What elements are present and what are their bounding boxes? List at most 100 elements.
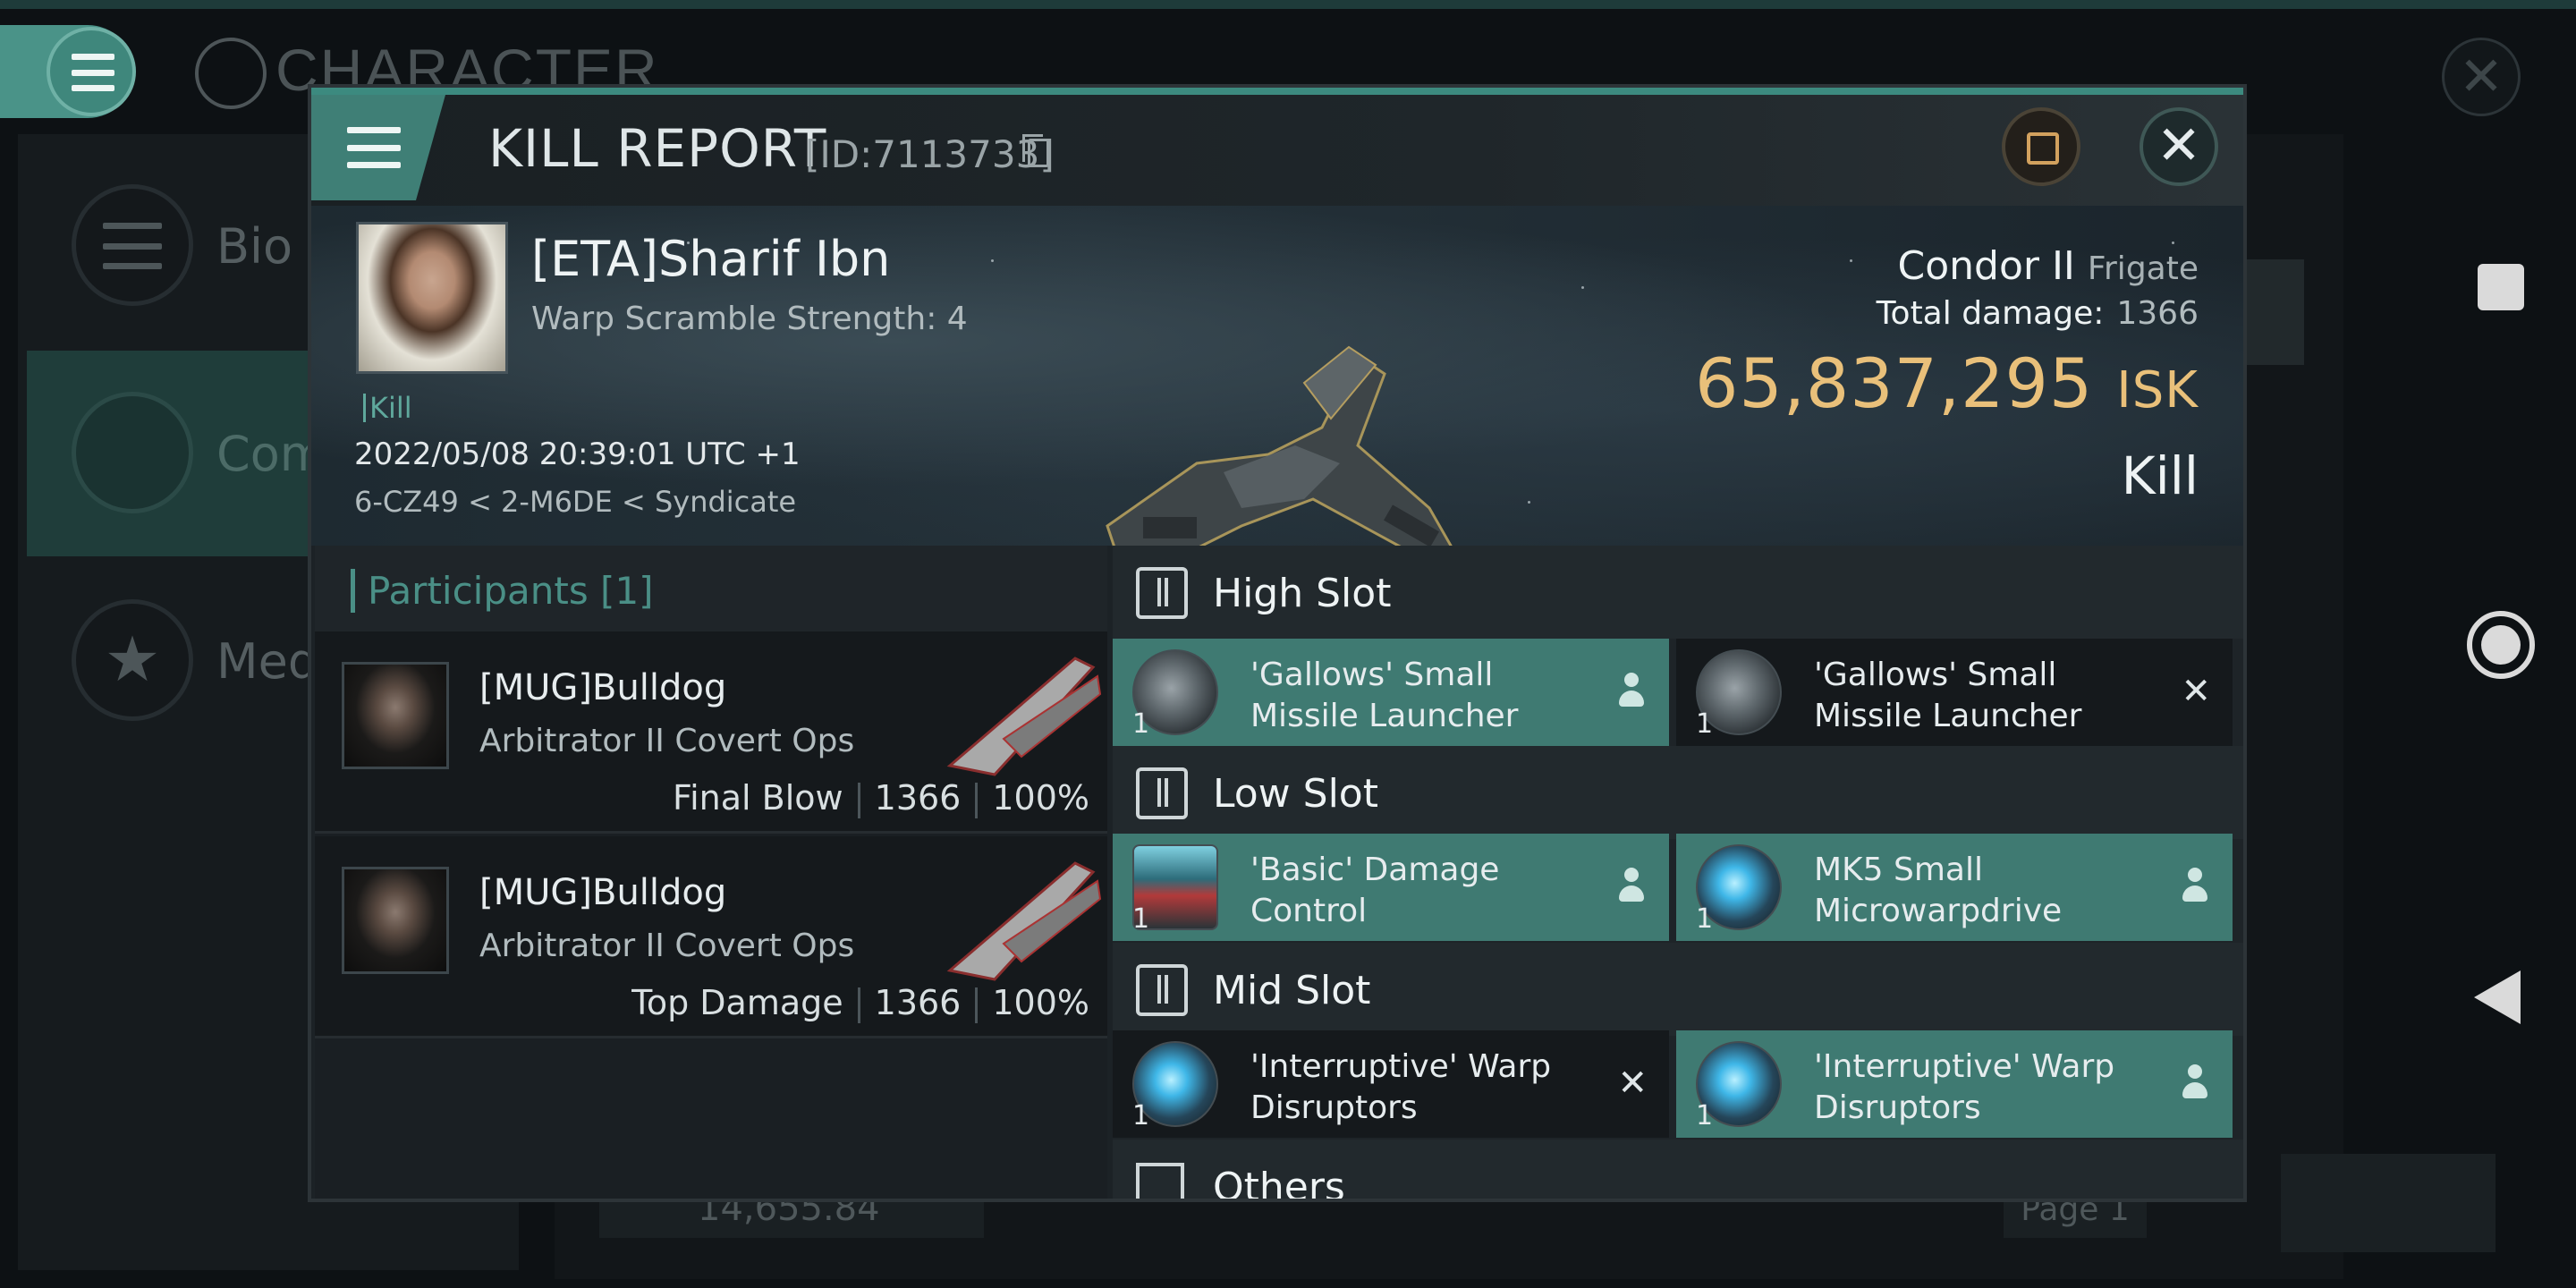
participant-row[interactable]: [MUG]Bulldog Arbitrator II Covert Ops To… <box>315 836 1107 1038</box>
participants-header: Participants [1] <box>315 546 1107 631</box>
high-slot-header: High Slot <box>1113 546 2243 639</box>
participant-ship: Arbitrator II Covert Ops <box>479 928 855 964</box>
participant-stats: Top Damage 1366 100% <box>631 983 1089 1023</box>
others-header: Others <box>1113 1140 2243 1202</box>
destroyed-icon: ✕ <box>2181 671 2211 712</box>
copy-icon[interactable] <box>1022 134 1049 167</box>
fitting-panel: High Slot 1 'Gallows' Small Missile Launc… <box>1113 546 2243 1202</box>
module-item[interactable]: 1 'Gallows' Small Missile Launcher ✕ <box>1676 639 2233 746</box>
participant-damage: 1366 <box>874 983 962 1022</box>
module-name-line: 'Gallows' Small <box>1250 657 1494 693</box>
module-qty: 1 <box>1696 1100 1714 1131</box>
mid-slot-header: Mid Slot <box>1113 943 2243 1036</box>
close-button[interactable]: ✕ <box>2140 107 2218 186</box>
participant-damage: 1366 <box>874 778 962 818</box>
main-menu-button[interactable] <box>0 25 136 118</box>
back-nav-icon[interactable] <box>2474 970 2521 1024</box>
participant-row[interactable]: [MUG]Bulldog Arbitrator II Covert Ops Fi… <box>315 631 1107 834</box>
slot-label: Mid Slot <box>1213 968 1371 1013</box>
module-name-line: 'Interruptive' Warp <box>1814 1048 2115 1085</box>
participant-name[interactable]: [MUG]Bulldog <box>479 667 726 708</box>
kill-date: 2022/05/08 20:39:01 UTC +1 <box>354 436 801 472</box>
menu-ring <box>47 27 136 116</box>
sidebar-item-label: Bio <box>216 218 293 275</box>
isk-amount: 65,837,295 <box>1695 343 2094 423</box>
participants-label: Participants [1] <box>351 569 654 613</box>
module-item[interactable]: 1 'Basic' Damage Control <box>1113 834 1669 941</box>
module-name: 'Gallows' Small Missile Launcher <box>1814 655 2154 737</box>
character-icon <box>195 38 267 109</box>
participant-avatar[interactable] <box>342 662 449 769</box>
high-slot-icon <box>1136 567 1188 619</box>
sidebar-item-label: Med <box>216 633 319 690</box>
module-qty: 1 <box>1696 903 1714 935</box>
star-badge-icon: ★ <box>72 599 193 721</box>
crossed-swords-icon <box>72 392 193 513</box>
slot-label: High Slot <box>1213 571 1392 616</box>
module-name-line: 'Basic' Damage <box>1250 852 1500 888</box>
participant-ship-image <box>946 657 1102 776</box>
background-close-button[interactable]: ✕ <box>2442 38 2521 116</box>
module-name-line: 'Gallows' Small <box>1814 657 2057 693</box>
low-slot-icon <box>1136 767 1188 819</box>
participant-ship-image <box>946 861 1102 981</box>
module-name-line: Disruptors <box>1814 1089 1981 1126</box>
victim-portrait[interactable] <box>356 222 508 374</box>
top-status-line <box>0 0 2576 9</box>
module-item[interactable]: 1 'Interruptive' Warp Disruptors <box>1676 1030 2233 1138</box>
participant-stats: Final Blow 1366 100% <box>673 778 1089 818</box>
total-damage: Total damage: 1366 <box>1877 295 2199 332</box>
home-nav-icon[interactable] <box>2467 611 2535 679</box>
module-name-line: 'Interruptive' Warp <box>1250 1048 1552 1085</box>
module-qty: 1 <box>1132 903 1150 935</box>
participant-percent: 100% <box>992 778 1089 818</box>
warp-scramble-strength: Warp Scramble Strength: 4 <box>531 301 968 337</box>
module-qty: 1 <box>1132 708 1150 740</box>
modal-accent-line <box>311 88 2243 95</box>
slot-label: Low Slot <box>1213 771 1378 817</box>
module-item[interactable]: 1 MK5 Small Microwarpdrive <box>1676 834 2233 941</box>
participant-name[interactable]: [MUG]Bulldog <box>479 872 726 913</box>
low-slot-header: Low Slot <box>1113 746 2243 839</box>
module-qty: 1 <box>1132 1100 1150 1131</box>
total-damage-label: Total damage: <box>1876 295 2105 332</box>
filter-button[interactable] <box>2281 1154 2496 1252</box>
module-name: 'Interruptive' Warp Disruptors <box>1814 1046 2154 1129</box>
participant-avatar[interactable] <box>342 867 449 974</box>
cube-icon <box>1136 1163 1184 1199</box>
module-name-line: MK5 Small <box>1814 852 1983 888</box>
isk-unit: ISK <box>2116 361 2199 419</box>
total-damage-value: 1366 <box>2116 295 2199 332</box>
ship-name-text: Condor II <box>1897 243 2075 289</box>
participant-role: Top Damage <box>631 983 843 1022</box>
module-name-line: Microwarpdrive <box>1814 893 2063 929</box>
module-item[interactable]: 1 'Interruptive' Warp Disruptors ✕ <box>1113 1030 1669 1138</box>
hamburger-icon <box>72 184 193 306</box>
dropped-person-icon <box>2181 1064 2209 1102</box>
kill-tag: Kill <box>363 394 412 422</box>
kill-id: [ID:7113733] <box>805 132 1055 176</box>
kill-report-modal: KILL REPORT [ID:7113733] ✕ [ETA]Sharif I… <box>308 84 2247 1202</box>
slot-label: Others <box>1213 1165 1345 1202</box>
ship-class: Frigate <box>2087 250 2199 287</box>
module-name-line: Disruptors <box>1250 1089 1418 1126</box>
participants-panel: Participants [1] [MUG]Bulldog Arbitrator… <box>315 546 1107 1199</box>
ship-name[interactable]: Condor II Frigate <box>1898 243 2199 289</box>
module-name-line: Missile Launcher <box>1814 698 2082 734</box>
module-name: MK5 Small Microwarpdrive <box>1814 850 2154 932</box>
destroyed-icon: ✕ <box>1617 1063 1648 1104</box>
recents-nav-icon[interactable] <box>2478 264 2524 310</box>
module-name: 'Basic' Damage Control <box>1250 850 1590 932</box>
share-button[interactable] <box>2002 107 2080 186</box>
participant-role: Final Blow <box>673 778 843 818</box>
dropped-person-icon <box>1617 673 1646 710</box>
module-item[interactable]: 1 'Gallows' Small Missile Launcher <box>1113 639 1669 746</box>
isk-value: 65,837,295 ISK <box>1695 343 2199 423</box>
module-name: 'Interruptive' Warp Disruptors <box>1250 1046 1590 1129</box>
dropped-person-icon <box>1617 868 1646 905</box>
module-name-line: Missile Launcher <box>1250 698 1519 734</box>
dropped-person-icon <box>2181 868 2209 905</box>
kill-result: Kill <box>2121 445 2199 506</box>
modal-title: KILL REPORT <box>488 118 827 179</box>
victim-name[interactable]: [ETA]Sharif Ibn <box>531 231 890 287</box>
